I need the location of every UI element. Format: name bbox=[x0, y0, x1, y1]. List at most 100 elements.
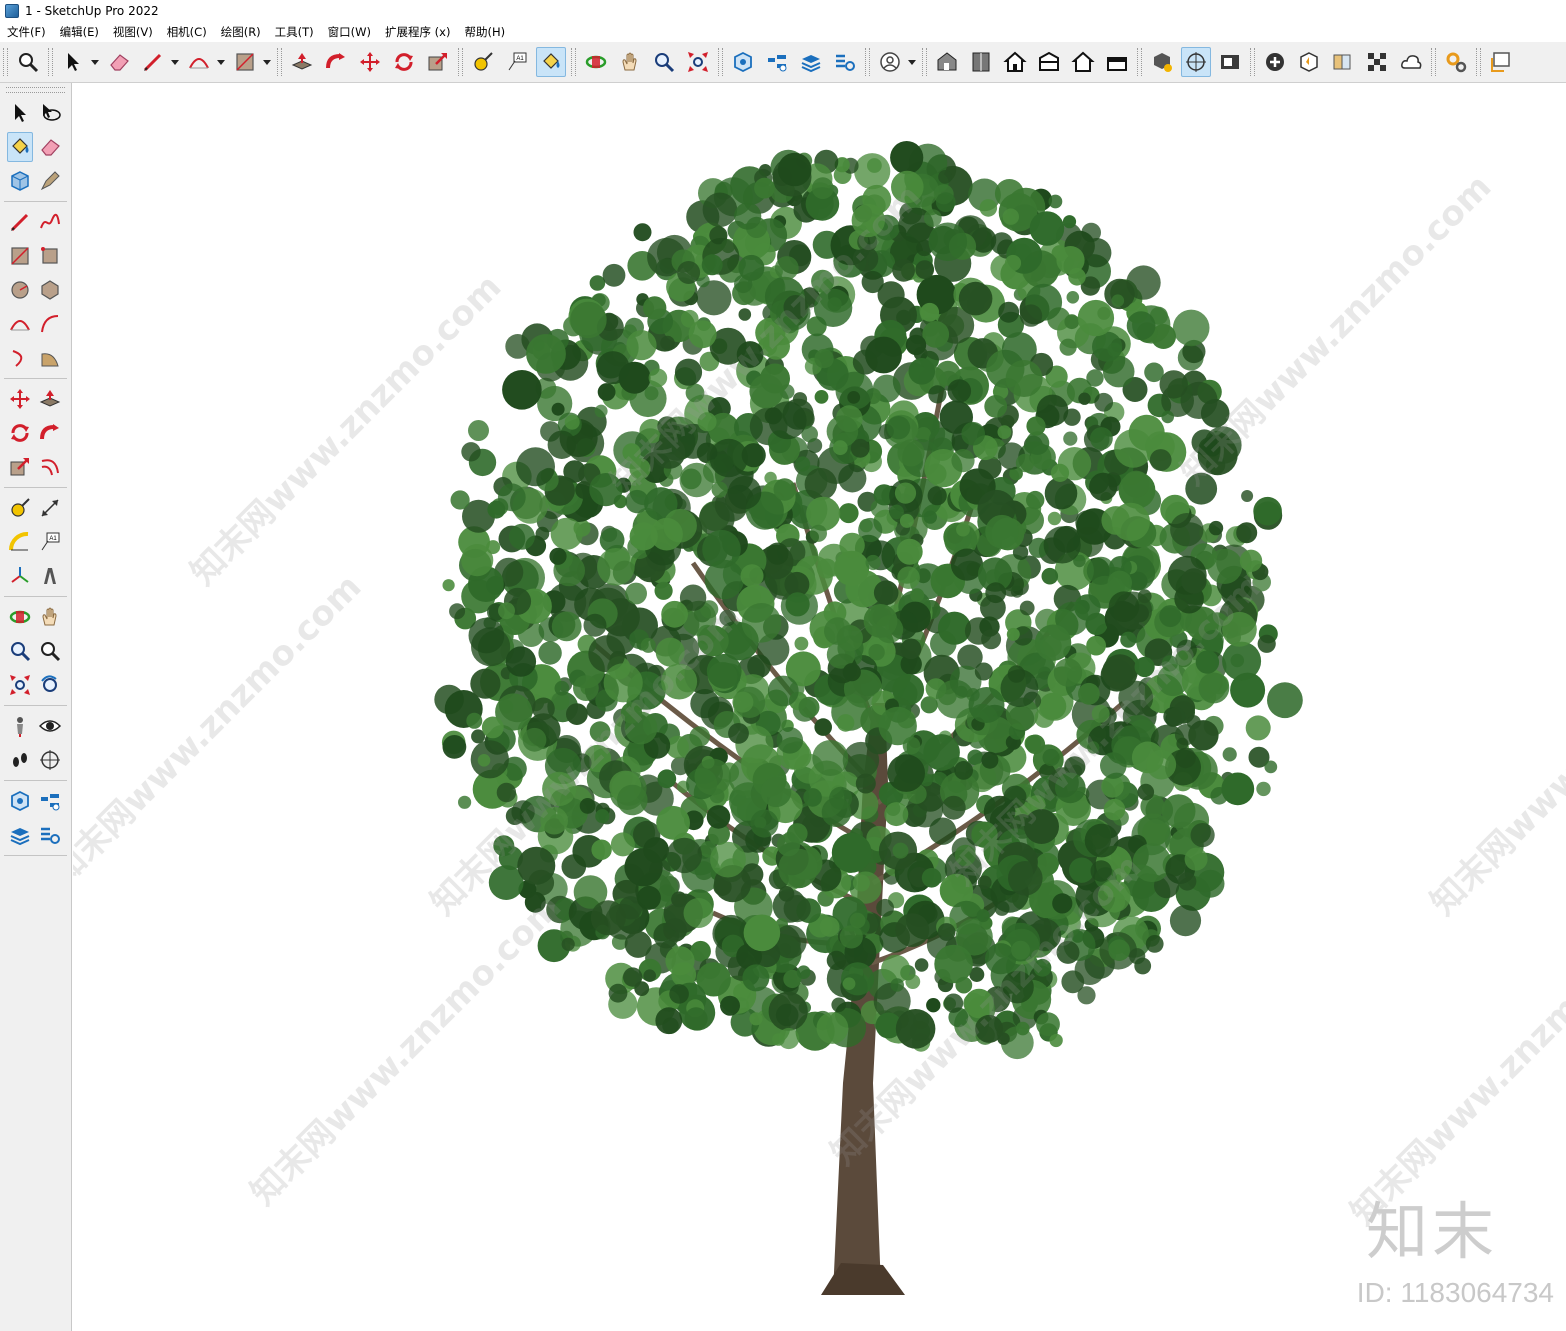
move-icon[interactable] bbox=[355, 47, 385, 77]
offset-icon[interactable] bbox=[37, 452, 63, 482]
menu-item-7[interactable]: 扩展程序 (x) bbox=[378, 24, 457, 40]
scale-icon[interactable] bbox=[7, 452, 33, 482]
menu-item-0[interactable]: 文件(F) bbox=[0, 24, 53, 40]
chevron-down-icon[interactable] bbox=[907, 47, 917, 77]
iso-view-icon[interactable] bbox=[932, 47, 962, 77]
toolbar-grip[interactable] bbox=[3, 48, 8, 76]
scale-icon[interactable] bbox=[423, 47, 453, 77]
chevron-down-icon[interactable] bbox=[262, 47, 272, 77]
pie-icon[interactable] bbox=[37, 343, 63, 373]
rotate-icon[interactable] bbox=[389, 47, 419, 77]
eraser-icon[interactable] bbox=[104, 47, 134, 77]
circle-icon[interactable] bbox=[7, 275, 33, 305]
section-plane-icon[interactable] bbox=[37, 745, 63, 775]
zoom-window-icon[interactable] bbox=[37, 636, 63, 666]
settings-icon[interactable] bbox=[1441, 47, 1471, 77]
three-point-arc-icon[interactable] bbox=[7, 343, 33, 373]
previous-view-icon[interactable] bbox=[37, 670, 63, 700]
tree-trunk-base[interactable] bbox=[821, 1263, 905, 1295]
text-icon[interactable]: A1 bbox=[37, 527, 63, 557]
protractor-icon[interactable] bbox=[7, 527, 33, 557]
sketchup-app-icon[interactable] bbox=[5, 4, 19, 18]
orbit-icon[interactable] bbox=[581, 47, 611, 77]
layout-icon[interactable] bbox=[7, 820, 33, 850]
texture-icon[interactable] bbox=[1362, 47, 1392, 77]
paint-bucket-icon[interactable] bbox=[7, 132, 34, 162]
styles-icon[interactable] bbox=[1328, 47, 1358, 77]
two-point-arc-icon[interactable] bbox=[37, 309, 63, 339]
menu-item-8[interactable]: 帮助(H) bbox=[457, 24, 512, 40]
zoom-extents-icon[interactable] bbox=[7, 670, 33, 700]
section-cut-icon[interactable] bbox=[1215, 47, 1245, 77]
move-icon[interactable] bbox=[7, 384, 33, 414]
solid-tools-icon[interactable] bbox=[1147, 47, 1177, 77]
toolbar-grip[interactable] bbox=[865, 48, 870, 76]
text-icon[interactable]: A1 bbox=[502, 47, 532, 77]
menu-item-1[interactable]: 编辑(E) bbox=[53, 24, 106, 40]
axes-icon[interactable] bbox=[7, 561, 33, 591]
chevron-down-icon[interactable] bbox=[216, 47, 226, 77]
paint-bucket-icon[interactable] bbox=[536, 47, 566, 77]
dimension-icon[interactable] bbox=[37, 493, 63, 523]
right-view-icon[interactable] bbox=[1034, 47, 1064, 77]
extension-manager-icon[interactable] bbox=[830, 47, 860, 77]
orbit-select-icon[interactable] bbox=[37, 98, 63, 128]
drawing-area[interactable]: 知末网www.znzmo.com 知末网www.znzmo.com 知末网www.z… bbox=[73, 83, 1566, 1331]
extension-warehouse-icon[interactable] bbox=[37, 786, 63, 816]
zoom-window-icon[interactable] bbox=[13, 47, 43, 77]
toolbar-grip[interactable] bbox=[1476, 48, 1481, 76]
toolbar-grip[interactable] bbox=[718, 48, 723, 76]
tree-foliage[interactable] bbox=[434, 141, 1303, 1060]
follow-me-icon[interactable] bbox=[37, 418, 63, 448]
component-icon[interactable] bbox=[7, 166, 33, 196]
toolbar-grip[interactable] bbox=[1431, 48, 1436, 76]
arc-icon[interactable] bbox=[7, 309, 33, 339]
arc-icon[interactable] bbox=[184, 47, 214, 77]
eraser-icon[interactable] bbox=[37, 132, 63, 162]
orbit-icon[interactable] bbox=[7, 602, 33, 632]
tag-icon[interactable] bbox=[37, 166, 63, 196]
rotated-rectangle-icon[interactable] bbox=[37, 241, 63, 271]
pan-icon[interactable] bbox=[615, 47, 645, 77]
select-icon[interactable] bbox=[7, 98, 33, 128]
push-pull-icon[interactable] bbox=[287, 47, 317, 77]
account-icon[interactable] bbox=[875, 47, 905, 77]
pan-icon[interactable] bbox=[37, 602, 63, 632]
add-location-icon[interactable] bbox=[1260, 47, 1290, 77]
toolbar-grip[interactable] bbox=[458, 48, 463, 76]
window-icon[interactable] bbox=[1486, 47, 1516, 77]
section-plane-icon[interactable] bbox=[1181, 47, 1211, 77]
layout-icon[interactable] bbox=[796, 47, 826, 77]
push-pull-icon[interactable] bbox=[37, 384, 63, 414]
sandbox-icon[interactable] bbox=[1294, 47, 1324, 77]
toolbar-grip[interactable] bbox=[922, 48, 927, 76]
look-around-icon[interactable] bbox=[37, 711, 63, 741]
rectangle-icon[interactable] bbox=[7, 241, 33, 271]
zoom-icon[interactable] bbox=[7, 636, 33, 666]
toolbar-grip[interactable] bbox=[1137, 48, 1142, 76]
3d-text-icon[interactable] bbox=[37, 561, 63, 591]
tape-measure-icon[interactable] bbox=[7, 493, 33, 523]
toolbar-grip[interactable] bbox=[48, 48, 53, 76]
follow-me-icon[interactable] bbox=[321, 47, 351, 77]
chevron-down-icon[interactable] bbox=[90, 47, 100, 77]
menu-item-3[interactable]: 相机(C) bbox=[160, 24, 214, 40]
cloud-icon[interactable] bbox=[1396, 47, 1426, 77]
toolbar-grip[interactable] bbox=[1250, 48, 1255, 76]
pencil-line-icon[interactable] bbox=[7, 207, 33, 237]
zoom-extents-icon[interactable] bbox=[683, 47, 713, 77]
front-view-icon[interactable] bbox=[1000, 47, 1030, 77]
position-camera-icon[interactable] bbox=[7, 711, 33, 741]
tape-measure-icon[interactable] bbox=[468, 47, 498, 77]
3d-warehouse-icon[interactable] bbox=[728, 47, 758, 77]
3d-warehouse-icon[interactable] bbox=[7, 786, 33, 816]
zoom-icon[interactable] bbox=[649, 47, 679, 77]
left-view-icon[interactable] bbox=[1102, 47, 1132, 77]
walk-icon[interactable] bbox=[7, 745, 33, 775]
back-view-icon[interactable] bbox=[1068, 47, 1098, 77]
toolbar-grip[interactable] bbox=[277, 48, 282, 76]
menu-item-4[interactable]: 绘图(R) bbox=[214, 24, 268, 40]
menu-item-5[interactable]: 工具(T) bbox=[268, 24, 321, 40]
menu-item-6[interactable]: 窗口(W) bbox=[321, 24, 378, 40]
select-icon[interactable] bbox=[58, 47, 88, 77]
